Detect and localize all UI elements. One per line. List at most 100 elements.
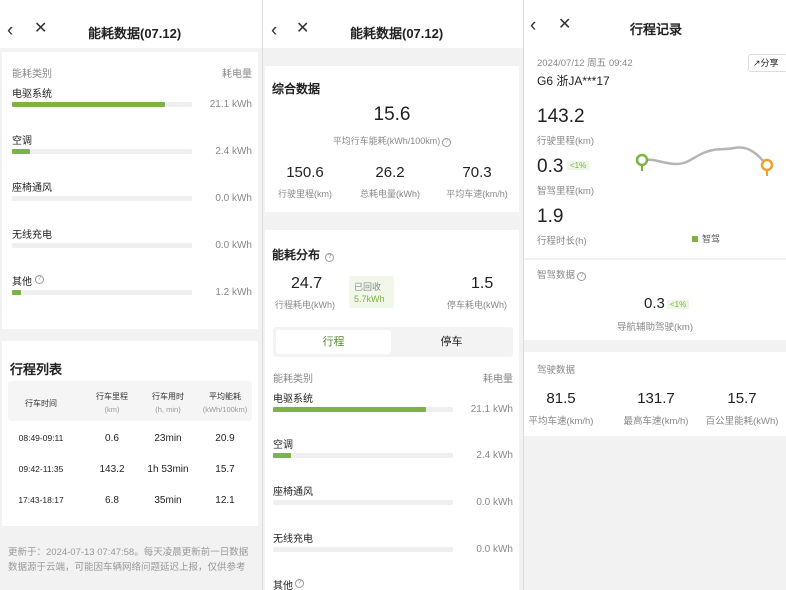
close-icon[interactable]: ✕ — [558, 17, 571, 33]
energy-bar-fill — [12, 149, 30, 154]
page-title: 能耗数据(07.12) — [350, 26, 444, 41]
avg-energy-value: 15.6 — [373, 104, 411, 125]
category-name: 座椅通风 — [273, 487, 313, 498]
trip-list-card: 行程列表 行车时间 行车里程 (km) 行车用时 (h, min) 平均能耗 (kWh/10… — [2, 341, 258, 526]
driving-stat-value: 15.7 — [727, 390, 757, 407]
vehicle-plate: G6 浙JA***17 — [537, 74, 610, 88]
energy-panel-left: ‹ ✕ 能耗数据(07.12) 能耗类别 耗电量 电驱系统 21.1 kWh 空调 2… — [0, 0, 262, 590]
category-header: 能耗类别 — [12, 69, 52, 80]
table-row[interactable]: 08:49-09:11 0.6 23min 20.9 — [2, 433, 258, 449]
trip-stat-value: 143.2 — [537, 106, 585, 127]
category-name: 其他 — [12, 277, 32, 288]
column-unit: (kWh/100km) — [202, 405, 248, 414]
table-cell: 15.7 — [215, 464, 235, 475]
energy-bar — [12, 149, 192, 154]
start-marker-icon — [635, 153, 649, 171]
update-footer: 更新于：2024-07-13 07:47:58。每天凌晨更新前一日数据 数据源于… — [8, 545, 260, 575]
summary-title: 综合数据 — [272, 82, 321, 96]
table-cell: 08:49-09:11 — [18, 433, 64, 443]
recovered-value: 5.7kWh — [354, 294, 385, 304]
legend-swatch — [692, 236, 698, 242]
map-legend: 智驾 — [692, 232, 720, 245]
driving-stat-value: 131.7 — [637, 390, 675, 407]
table-cell: 20.9 — [215, 433, 235, 444]
trip-stat-badge: <1% — [567, 161, 590, 170]
table-cell: 09:42-11:35 — [18, 464, 64, 474]
driving-data-card: 驾驶数据 81.5 平均车速(km/h) 131.7 最高车速(km/h) 15.7 百公… — [524, 352, 786, 436]
info-icon[interactable]: ? — [325, 253, 335, 262]
energy-bar-fill — [12, 290, 21, 295]
share-button[interactable]: ↗分享 — [748, 54, 786, 72]
driving-stat-label: 百公里能耗(kWh) — [705, 416, 779, 427]
distribution-card: 能耗分布 ? 24.7 行程耗电(kWh) 已回收 5.7kWh 1.5 停车耗… — [265, 230, 519, 590]
data-source-text: 数据源于云端，可能因车辆网络问题延迟上报，仅供参考 — [8, 562, 246, 573]
category-value: 21.1 kWh — [470, 404, 513, 415]
trip-summary-card: 2024/07/12 周五 09:42 G6 浙JA***17 ↗分享 143.… — [524, 46, 786, 258]
energy-category-card: 能耗类别 耗电量 电驱系统 21.1 kWh 空调 2.4 kWh 座椅通风 0.0 kW… — [2, 52, 258, 329]
category-value: 0.0 kWh — [215, 193, 252, 204]
smart-drive-card: 智驾数据? 0.3 <1% 导航辅助驾驶(km) — [524, 260, 786, 340]
trip-record-panel: ‹ ✕ 行程记录 2024/07/12 周五 09:42 G6 浙JA***17… — [524, 0, 786, 590]
consumption-header: 耗电量 — [222, 69, 252, 80]
driving-stat-label: 最高车速(km/h) — [623, 416, 689, 427]
category-name: 空调 — [273, 440, 293, 451]
legend-label: 智驾 — [702, 234, 721, 244]
recovered-badge: 已回收 5.7kWh — [349, 276, 394, 308]
avg-energy-label: 平均行车能耗(kWh/100km)? — [265, 134, 519, 147]
tab-parking[interactable]: 停车 — [393, 330, 510, 354]
info-icon[interactable]: ? — [35, 275, 44, 284]
driving-section-title: 驾驶数据 — [537, 365, 576, 376]
energy-bar — [12, 196, 192, 201]
energy-bar-fill — [273, 453, 291, 458]
smart-drive-badge: <1% — [667, 300, 690, 309]
distribution-title: 能耗分布 ? — [272, 246, 335, 263]
energy-bar — [12, 290, 192, 295]
back-chevron-icon[interactable]: ‹ — [271, 21, 277, 40]
driving-stat-value: 81.5 — [546, 390, 576, 407]
close-icon[interactable]: ✕ — [296, 21, 309, 37]
info-icon[interactable]: ? — [295, 579, 304, 588]
energy-bar — [273, 453, 453, 458]
close-icon[interactable]: ✕ — [34, 21, 47, 37]
table-row[interactable]: 09:42-11:35 143.2 1h 53min 15.7 — [2, 464, 258, 480]
trip-stat-label: 行驶里程(km) — [537, 136, 594, 147]
info-icon[interactable]: ? — [577, 272, 587, 281]
table-cell: 12.1 — [215, 495, 235, 506]
category-value: 2.4 kWh — [476, 450, 513, 461]
back-chevron-icon[interactable]: ‹ — [530, 16, 536, 35]
category-value: 1.2 kWh — [215, 287, 252, 298]
page-title: 行程记录 — [630, 22, 683, 37]
summary-stat-value: 70.3 — [462, 164, 492, 181]
update-time-text: 更新于：2024-07-13 07:47:58。每天凌晨更新前一日数据 — [8, 547, 249, 558]
category-value: 0.0 kWh — [215, 240, 252, 251]
energy-bar — [273, 500, 453, 505]
parking-energy-label: 停车耗电(kWh) — [447, 300, 507, 310]
summary-stat-value: 150.6 — [286, 164, 324, 181]
summary-card: 综合数据 15.6 平均行车能耗(kWh/100km)? 150.6 行驶里程(k… — [265, 66, 519, 212]
header: ‹ ✕ 行程记录 — [524, 0, 786, 46]
table-row[interactable]: 17:43-18:17 6.8 35min 12.1 — [2, 495, 258, 511]
category-header: 能耗类别 — [273, 374, 313, 385]
energy-panel-middle: ‹ ✕ 能耗数据(07.12) 综合数据 15.6 平均行车能耗(kWh/100… — [263, 0, 523, 590]
category-value: 0.0 kWh — [476, 497, 513, 508]
back-chevron-icon[interactable]: ‹ — [7, 21, 13, 40]
parking-energy-value: 1.5 — [471, 275, 494, 292]
driving-stat-label: 平均车速(km/h) — [528, 416, 594, 427]
column-header: 平均能耗 — [209, 392, 241, 401]
category-value: 21.1 kWh — [209, 99, 252, 110]
summary-stat-value: 26.2 — [375, 164, 405, 181]
info-icon[interactable]: ? — [442, 138, 452, 147]
table-cell: 17:43-18:17 — [18, 495, 64, 505]
route-line — [641, 146, 767, 166]
end-marker-icon — [760, 158, 774, 176]
category-name: 其他 — [273, 581, 293, 590]
category-name: 座椅通风 — [12, 183, 52, 194]
energy-bar — [273, 407, 453, 412]
page-title: 能耗数据(07.12) — [88, 26, 182, 41]
driving-energy-value: 24.7 — [291, 275, 323, 292]
tab-trip[interactable]: 行程 — [276, 330, 391, 354]
summary-stat-label: 总耗电量(kWh) — [360, 189, 420, 199]
energy-bar — [12, 102, 192, 107]
smart-drive-value: 0.3 — [644, 295, 665, 312]
share-icon: ↗ — [753, 58, 761, 68]
